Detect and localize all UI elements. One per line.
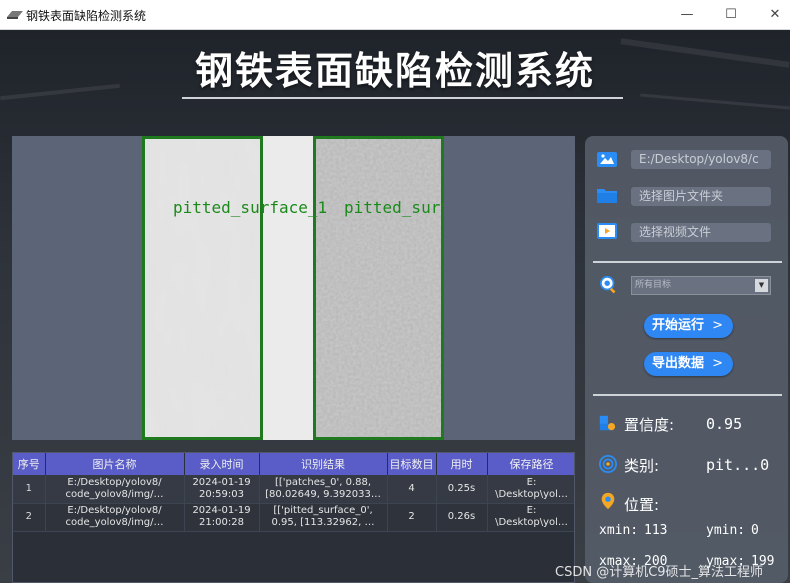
title-underline	[182, 97, 623, 99]
table-cell: 0.25s	[436, 475, 488, 504]
xmin-label: xmin:	[599, 523, 639, 538]
column-header[interactable]: 图片名称	[45, 453, 185, 475]
window-title: 钢铁表面缺陷检测系统	[26, 9, 147, 23]
table-cell: E:/Desktop/yolov8/ code_yolov8/img/…	[45, 475, 185, 504]
column-header[interactable]: 录入时间	[184, 453, 260, 475]
export-data-label: 导出数据	[652, 356, 705, 371]
watermark-text: CSDN @计算机C9硕士_算法工程师	[555, 565, 764, 580]
table-cell: 2	[13, 503, 46, 532]
ymin-label: ymin:	[706, 523, 746, 538]
detection-box	[313, 136, 444, 440]
xmin-value: 113	[644, 523, 668, 538]
table-cell: 2	[387, 503, 437, 532]
table-cell: E:/Desktop/yolov8/ code_yolov8/img/…	[45, 503, 185, 532]
start-run-button[interactable]: 开始运行 >	[644, 314, 733, 338]
class-label: 类别:	[624, 457, 660, 475]
confidence-value: 0.95	[706, 415, 743, 433]
class-target-icon	[599, 455, 617, 473]
table-row[interactable]: 1 E:/Desktop/yolov8/ code_yolov8/img/… 2…	[13, 475, 574, 504]
table-cell: 2024-01-19 20:59:03	[184, 475, 260, 504]
table-cell: E: \Desktop\yol…	[487, 475, 574, 504]
export-data-button[interactable]: 导出数据 >	[644, 352, 733, 376]
table-cell: 0.26s	[436, 503, 488, 532]
location-pin-icon	[601, 492, 615, 510]
minimize-button[interactable]: —	[664, 0, 710, 30]
video-file-icon[interactable]	[597, 222, 617, 240]
video-path-field[interactable]: 选择视频文件	[631, 223, 771, 242]
table-cell: E: \Desktop\yol…	[487, 503, 574, 532]
column-header[interactable]: 保存路径	[487, 453, 574, 475]
chevron-right-icon: >	[712, 318, 723, 333]
page-title: 钢铁表面缺陷检测系统	[194, 49, 595, 93]
results-table[interactable]: 序号 图片名称 录入时间 识别结果 目标数目 用时 保存路径 1 E:/Desk…	[12, 452, 575, 583]
folder-path-field[interactable]: 选择图片文件夹	[631, 187, 771, 206]
image-file-icon[interactable]	[597, 150, 617, 168]
start-run-label: 开始运行	[652, 318, 705, 333]
table-cell: 4	[387, 475, 437, 504]
maximize-button[interactable]: ☐	[708, 0, 754, 30]
table-cell: [['patches_0', 0.88, [80.02649, 9.392033…	[259, 475, 388, 504]
ymin-value: 0	[751, 523, 759, 538]
steel-plate-icon	[7, 11, 23, 19]
table-header-row: 序号 图片名称 录入时间 识别结果 目标数目 用时 保存路径	[13, 453, 574, 475]
table-cell: [['pitted_surface_0', 0.95, [113.32962, …	[259, 503, 388, 532]
detection-box	[142, 136, 263, 440]
target-select[interactable]: 所有目标 ▼	[631, 276, 771, 295]
position-label: 位置:	[624, 496, 660, 514]
section-divider	[593, 261, 782, 263]
control-panel: E:/Desktop/yolov8/c 选择图片文件夹 选择视频文件 所有目标 …	[585, 136, 788, 583]
chevron-right-icon: >	[712, 356, 723, 371]
window-titlebar: 钢铁表面缺陷检测系统 — ☐ ✕	[0, 0, 790, 30]
detection-label: pitted_surf	[344, 198, 444, 217]
target-select-value: 所有目标	[635, 280, 672, 290]
column-header[interactable]: 序号	[13, 453, 46, 475]
section-divider	[593, 394, 782, 396]
target-search-icon	[600, 276, 616, 294]
confidence-icon	[599, 415, 616, 431]
image-path-field[interactable]: E:/Desktop/yolov8/c	[631, 150, 771, 169]
close-button[interactable]: ✕	[752, 0, 790, 30]
folder-icon[interactable]	[597, 186, 617, 204]
confidence-label: 置信度:	[624, 416, 675, 434]
chevron-down-icon[interactable]: ▼	[755, 279, 768, 292]
table-row[interactable]: 2 E:/Desktop/yolov8/ code_yolov8/img/… 2…	[13, 503, 574, 532]
column-header[interactable]: 识别结果	[259, 453, 388, 475]
column-header[interactable]: 用时	[436, 453, 488, 475]
image-display-panel: pitted_surface_1 pitted_surf	[12, 136, 575, 440]
table-cell: 2024-01-19 21:00:28	[184, 503, 260, 532]
table-cell: 1	[13, 475, 46, 504]
class-value: pit...0	[706, 456, 770, 474]
background-decoration	[640, 93, 790, 110]
column-header[interactable]: 目标数目	[387, 453, 437, 475]
detection-label: pitted_surface_1	[173, 198, 328, 217]
